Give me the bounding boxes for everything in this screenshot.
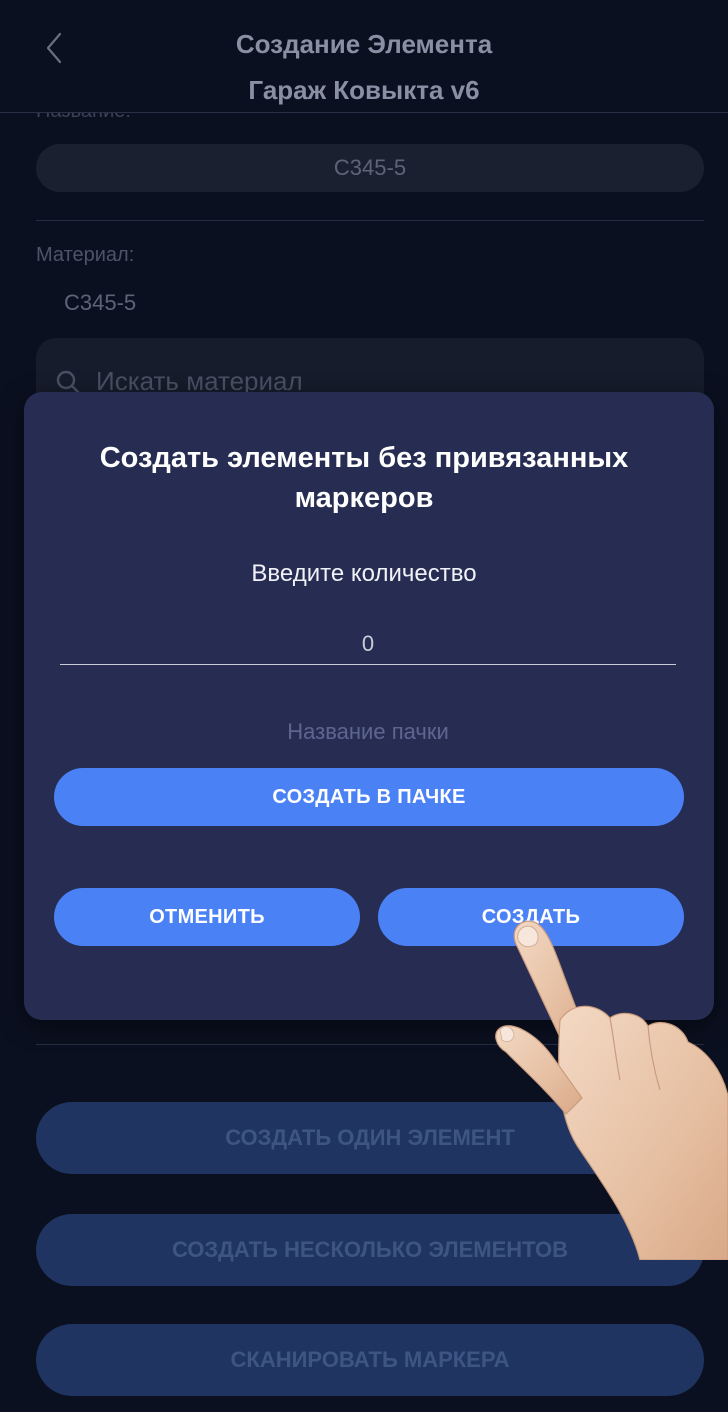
- quantity-label: Введите количество: [251, 560, 477, 587]
- header: Создание Элемента Гараж Ковыкта v6: [0, 0, 728, 113]
- create-in-pack-button[interactable]: СОЗДАТЬ В ПАЧКЕ: [54, 768, 684, 826]
- dialog-title: Создать элементы без привязанных маркеро…: [99, 442, 629, 514]
- material-label: Материал:: [36, 244, 135, 266]
- divider: [36, 220, 704, 221]
- page-title: Создание Элемента: [235, 29, 493, 59]
- quantity-input[interactable]: [60, 624, 676, 665]
- cancel-button[interactable]: ОТМЕНИТЬ: [54, 888, 360, 946]
- name-field[interactable]: C345-5: [36, 144, 704, 192]
- app-screen: Создание Элемента Гараж Ковыкта v6 Назва…: [0, 0, 728, 1412]
- pointing-hand: [495, 920, 728, 1260]
- pack-name-input[interactable]: [60, 710, 676, 754]
- scan-markers-button[interactable]: СКАНИРОВАТЬ МАРКЕРА: [36, 1324, 704, 1396]
- page-subtitle: Гараж Ковыкта v6: [248, 75, 480, 105]
- material-value: C345-5: [64, 290, 137, 315]
